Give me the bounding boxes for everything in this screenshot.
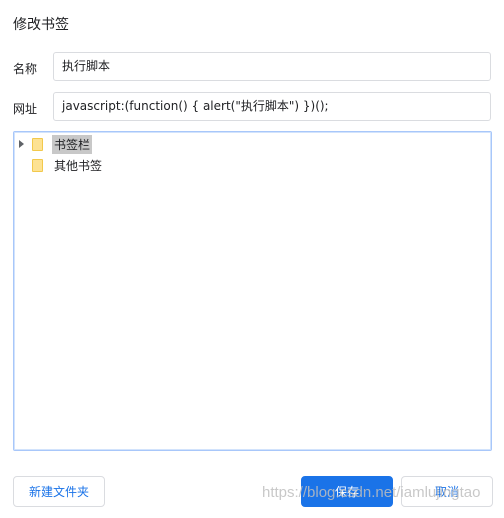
tree-item-other-bookmarks[interactable]: 其他书签 (19, 155, 104, 175)
name-label: 名称 (13, 62, 38, 76)
cancel-button[interactable]: 取消 (401, 476, 493, 507)
folder-tree[interactable]: 书签栏 其他书签 (13, 131, 492, 451)
url-input[interactable]: javascript:(function() { alert("执行脚本") }… (53, 92, 491, 121)
expand-arrow-icon[interactable] (19, 140, 24, 148)
tree-item-label: 书签栏 (52, 134, 93, 154)
tree-item-bookmarks-bar[interactable]: 书签栏 (19, 134, 93, 154)
new-folder-button[interactable]: 新建文件夹 (13, 476, 105, 507)
folder-icon (32, 137, 43, 151)
tree-item-label: 其他书签 (54, 158, 103, 173)
dialog-title: 修改书签 (13, 17, 69, 33)
name-input[interactable]: 执行脚本 (53, 52, 491, 81)
folder-icon (32, 158, 43, 172)
url-label: 网址 (13, 102, 38, 116)
save-button[interactable]: 保存 (301, 476, 393, 507)
